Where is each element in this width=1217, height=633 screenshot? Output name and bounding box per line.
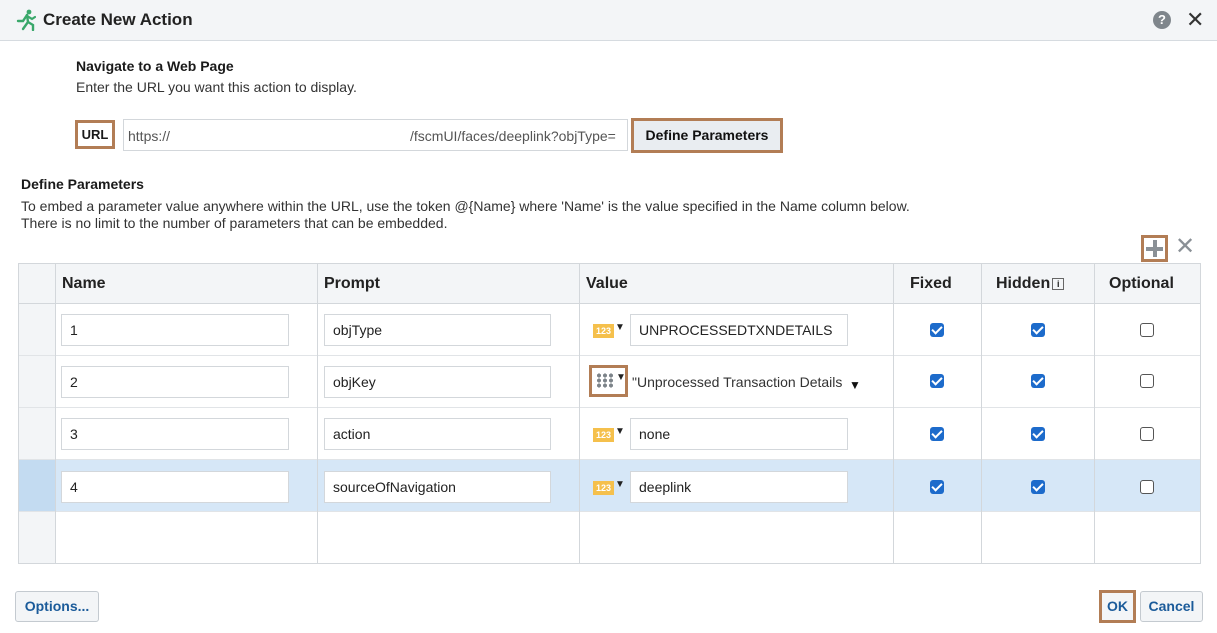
- table-row[interactable]: 2 objKey ▼ "Unprocessed Transaction Deta…: [19, 356, 1200, 408]
- chevron-down-icon[interactable]: ▼: [615, 479, 625, 490]
- column-header-hidden-label: Hidden: [996, 275, 1051, 292]
- column-header-prompt[interactable]: Prompt: [324, 275, 380, 293]
- column-header-optional[interactable]: Optional: [1109, 275, 1174, 293]
- value-input[interactable]: UNPROCESSEDTXNDETAILS: [630, 314, 848, 346]
- column-divider: [55, 264, 56, 563]
- table-row-selected[interactable]: 4 sourceOfNavigation 123 ▼ deeplink: [19, 460, 1200, 512]
- info-icon[interactable]: i: [1052, 277, 1065, 290]
- row-selector: [19, 512, 55, 563]
- row-selector[interactable]: [19, 408, 55, 459]
- chevron-down-icon[interactable]: ▼: [615, 426, 625, 437]
- column-divider: [579, 264, 580, 563]
- row-selector[interactable]: [19, 304, 55, 355]
- fixed-checkbox[interactable]: [930, 323, 944, 337]
- prompt-input[interactable]: objType: [324, 314, 551, 346]
- optional-checkbox[interactable]: [1140, 323, 1154, 337]
- column-header-name[interactable]: Name: [62, 275, 106, 293]
- column-divider: [317, 264, 318, 563]
- chevron-down-icon: ▼: [616, 372, 626, 383]
- cancel-button[interactable]: Cancel: [1140, 591, 1203, 622]
- list-type-icon[interactable]: ▼: [589, 365, 628, 397]
- parameters-table: Name Prompt Value Fixed Hidden i Optional…: [18, 263, 1201, 564]
- name-input[interactable]: 4: [61, 471, 289, 503]
- column-divider: [981, 264, 982, 563]
- optional-checkbox[interactable]: [1140, 374, 1154, 388]
- number-type-icon[interactable]: 123: [593, 428, 614, 442]
- chevron-down-icon[interactable]: ▼: [849, 378, 861, 392]
- hidden-checkbox[interactable]: [1031, 374, 1045, 388]
- define-parameters-help-line2: There is no limit to the number of param…: [21, 215, 448, 231]
- grid-dots-icon: [596, 373, 613, 388]
- name-input[interactable]: 1: [61, 314, 289, 346]
- column-divider: [1094, 264, 1095, 563]
- empty-row: [19, 512, 1200, 563]
- number-type-icon[interactable]: 123: [593, 324, 614, 338]
- help-icon[interactable]: ?: [1153, 11, 1171, 29]
- fixed-checkbox[interactable]: [930, 480, 944, 494]
- running-man-icon: [16, 9, 36, 31]
- dialog-titlebar: Create New Action ? ✕: [0, 0, 1217, 41]
- column-header-hidden[interactable]: Hidden i: [996, 275, 1065, 293]
- fixed-checkbox[interactable]: [930, 427, 944, 441]
- row-selector[interactable]: [19, 356, 55, 407]
- prompt-input[interactable]: sourceOfNavigation: [324, 471, 551, 503]
- header-row-selector: [19, 264, 55, 303]
- options-button[interactable]: Options...: [15, 591, 99, 622]
- table-row[interactable]: 1 objType 123 ▼ UNPROCESSEDTXNDETAILS: [19, 304, 1200, 356]
- url-value-end: /fscmUI/faces/deeplink?objType=: [410, 128, 616, 144]
- dialog-title: Create New Action: [43, 10, 193, 29]
- url-value-start: https://: [128, 128, 171, 144]
- table-header: Name Prompt Value Fixed Hidden i Optional: [19, 264, 1200, 304]
- hidden-checkbox[interactable]: [1031, 427, 1045, 441]
- value-input[interactable]: none: [630, 418, 848, 450]
- table-row[interactable]: 3 action 123 ▼ none: [19, 408, 1200, 460]
- define-parameters-button[interactable]: Define Parameters: [631, 118, 783, 153]
- name-input[interactable]: 2: [61, 366, 289, 398]
- chevron-down-icon[interactable]: ▼: [615, 322, 625, 333]
- close-icon[interactable]: ✕: [1186, 7, 1204, 33]
- navigate-heading: Navigate to a Web Page: [76, 58, 234, 74]
- navigate-description: Enter the URL you want this action to di…: [76, 79, 357, 95]
- url-input[interactable]: https:// /fscmUI/faces/deeplink?objType=: [123, 119, 628, 151]
- url-label: URL: [75, 120, 115, 149]
- add-icon[interactable]: [1141, 235, 1168, 262]
- row-selector[interactable]: [19, 460, 55, 511]
- prompt-input[interactable]: action: [324, 418, 551, 450]
- optional-checkbox[interactable]: [1140, 427, 1154, 441]
- delete-icon[interactable]: ✕: [1175, 234, 1195, 260]
- ok-button[interactable]: OK: [1099, 590, 1136, 623]
- optional-checkbox[interactable]: [1140, 480, 1154, 494]
- column-header-fixed[interactable]: Fixed: [910, 275, 952, 293]
- value-dropdown[interactable]: "Unprocessed Transaction Details": [632, 374, 842, 390]
- column-header-value[interactable]: Value: [586, 275, 628, 293]
- prompt-input[interactable]: objKey: [324, 366, 551, 398]
- define-parameters-help-line1: To embed a parameter value anywhere with…: [21, 198, 910, 214]
- column-divider: [893, 264, 894, 563]
- number-type-icon[interactable]: 123: [593, 481, 614, 495]
- fixed-checkbox[interactable]: [930, 374, 944, 388]
- define-parameters-heading: Define Parameters: [21, 176, 144, 192]
- value-input[interactable]: deeplink: [630, 471, 848, 503]
- hidden-checkbox[interactable]: [1031, 480, 1045, 494]
- name-input[interactable]: 3: [61, 418, 289, 450]
- hidden-checkbox[interactable]: [1031, 323, 1045, 337]
